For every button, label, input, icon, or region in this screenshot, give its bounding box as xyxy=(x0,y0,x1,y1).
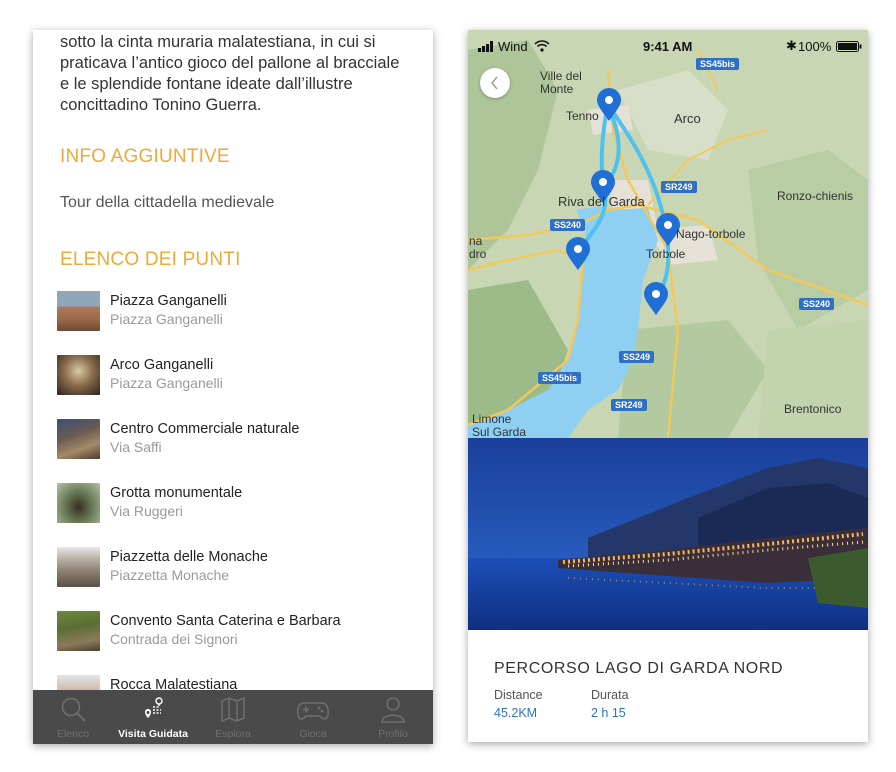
tab-label: Profilo xyxy=(378,728,408,740)
map-place-label: Ronzo-chienis xyxy=(777,189,854,203)
point-address: Piazzetta Monache xyxy=(110,567,230,583)
point-name: Grotta monumentale xyxy=(110,485,243,501)
map-pin-icon[interactable] xyxy=(565,237,591,271)
route-photo xyxy=(468,438,868,630)
point-name: Piazzetta delle Monache xyxy=(110,549,268,565)
map-place-label: Nago-torbole xyxy=(676,227,746,241)
route-pin-icon xyxy=(145,697,163,718)
point-thumbnail xyxy=(57,355,100,395)
list-item[interactable]: Piazzetta delle Monache Piazzetta Monach… xyxy=(57,545,417,589)
signal-icon xyxy=(478,41,493,52)
route-detail-screen: Ville del Monte Tenno Arco Riva del Garda… xyxy=(468,30,868,742)
map-place-label: Arco xyxy=(674,111,701,126)
point-thumbnail xyxy=(57,291,100,331)
status-bar: Wind 9:41 AM ✱ 100% xyxy=(468,30,868,54)
tab-label: Gioca xyxy=(299,728,327,740)
list-item[interactable]: Grotta monumentale Via Ruggeri xyxy=(57,481,417,525)
road-shield: SS249 xyxy=(619,347,655,365)
bluetooth-icon: ✱ xyxy=(786,38,797,53)
map-pin-icon[interactable] xyxy=(596,88,622,122)
chevron-left-icon xyxy=(491,76,498,90)
tab-profilo[interactable]: Profilo xyxy=(353,690,433,744)
route-info-card: PERCORSO LAGO DI GARDA NORD Distance 45.… xyxy=(468,630,868,742)
road-shield: SR249 xyxy=(611,395,647,413)
tab-label: Esplora xyxy=(215,728,251,740)
gamepad-icon xyxy=(297,702,329,720)
map-pin-icon[interactable] xyxy=(643,282,669,316)
map-place-label: na dro xyxy=(469,234,487,261)
point-address: Via Ruggeri xyxy=(110,503,183,519)
clock: 9:41 AM xyxy=(643,39,693,54)
tab-bar: Elenco Visita Guidata Esplora Gioca Prof… xyxy=(33,690,433,744)
description-line: sotto la cinta muraria malatestiana, in … xyxy=(60,33,376,51)
tab-esplora[interactable]: Esplora xyxy=(193,690,273,744)
point-address: Contrada dei Signori xyxy=(110,631,238,647)
point-name: Convento Santa Caterina e Barbara xyxy=(110,613,341,629)
battery-icon xyxy=(836,41,862,52)
distance-value: 45.2KM xyxy=(494,706,538,720)
search-icon xyxy=(61,697,86,722)
point-thumbnail xyxy=(57,547,100,587)
point-thumbnail xyxy=(57,483,100,523)
carrier-name: Wind xyxy=(498,39,528,54)
map-place-label: Torbole xyxy=(646,247,686,261)
point-name: Piazza Ganganelli xyxy=(110,293,227,309)
map-place-label: Ville del Monte xyxy=(540,69,582,96)
list-item[interactable]: Arco Ganganelli Piazza Ganganelli xyxy=(57,353,417,397)
point-address: Via Saffi xyxy=(110,439,162,455)
tab-label: Elenco xyxy=(56,728,90,740)
distance-label: Distance xyxy=(494,688,543,702)
info-section-title: INFO AGGIUNTIVE xyxy=(60,146,230,167)
wifi-icon xyxy=(534,40,550,52)
info-text: Tour della cittadella medievale xyxy=(60,194,275,211)
battery-percent: 100% xyxy=(798,39,832,54)
road-shield: SS45bis xyxy=(696,54,740,72)
point-name: Arco Ganganelli xyxy=(110,357,214,373)
point-address: Piazza Ganganelli xyxy=(110,375,223,391)
map-icon xyxy=(221,696,245,723)
road-shield: SS240 xyxy=(550,215,586,233)
road-shield: SR249 xyxy=(661,177,697,195)
description-line: concittadino Tonino Guerra. xyxy=(60,96,262,114)
route-title: PERCORSO LAGO DI GARDA NORD xyxy=(494,660,784,677)
list-item[interactable]: Piazza Ganganelli Piazza Ganganelli xyxy=(57,289,417,333)
duration-label: Durata xyxy=(591,688,629,702)
point-address: Piazza Ganganelli xyxy=(110,311,223,327)
tab-label: Visita Guidata xyxy=(118,728,188,740)
tab-elenco[interactable]: Elenco xyxy=(33,690,113,744)
map-place-label: Riva del Garda xyxy=(558,194,645,209)
list-item[interactable]: Centro Commerciale naturale Via Saffi xyxy=(57,417,417,461)
description-line: e le splendide fontane ideate dall’illus… xyxy=(60,75,353,93)
user-icon xyxy=(381,697,405,723)
point-name: Centro Commerciale naturale xyxy=(110,421,300,437)
map-place-label: Limone Sul Garda xyxy=(472,412,527,439)
tab-gioca[interactable]: Gioca xyxy=(273,690,353,744)
point-thumbnail xyxy=(57,419,100,459)
point-thumbnail xyxy=(57,611,100,651)
map-place-label: Tenno xyxy=(566,109,599,123)
road-shield: SS240 xyxy=(799,294,835,312)
description-text: sotto la cinta muraria malatestiana, in … xyxy=(60,32,420,116)
map-place-label: Brentonico xyxy=(784,402,842,416)
description-line: praticava l’antico gioco del pallone al … xyxy=(60,54,400,72)
road-shield: SS45bis xyxy=(538,368,582,386)
list-item[interactable]: Convento Santa Caterina e Barbara Contra… xyxy=(57,609,417,653)
guided-tour-detail-screen: sotto la cinta muraria malatestiana, in … xyxy=(33,30,433,744)
points-section-title: ELENCO DEI PUNTI xyxy=(60,249,241,270)
tab-visita-guidata[interactable]: Visita Guidata xyxy=(113,690,193,744)
duration-value: 2 h 15 xyxy=(591,706,626,720)
back-button[interactable] xyxy=(480,68,510,98)
